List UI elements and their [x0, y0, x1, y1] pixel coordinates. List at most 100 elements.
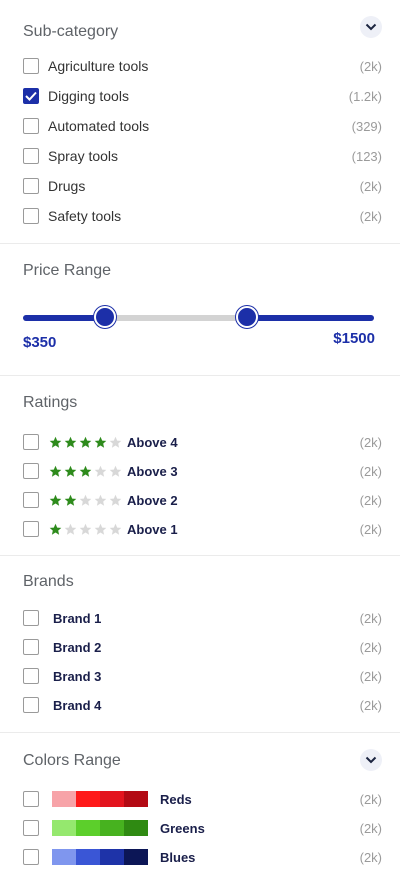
star-filled-icon — [49, 523, 62, 535]
subcategory-item[interactable]: Agriculture tools (2k) — [23, 56, 382, 76]
checkbox[interactable] — [23, 463, 39, 479]
color-item[interactable]: Blues (2k) — [23, 847, 382, 867]
brand-item[interactable]: Brand 4 (2k) — [23, 695, 382, 715]
subcategory-item[interactable]: Automated tools (329) — [23, 116, 382, 136]
subcategory-title: Sub-category — [23, 23, 119, 40]
subcategory-label: Spray tools — [48, 148, 119, 164]
item-count: (329) — [351, 118, 382, 134]
color-item[interactable]: Reds (2k) — [23, 789, 382, 809]
color-item[interactable]: Greens (2k) — [23, 818, 382, 838]
checkbox[interactable] — [23, 58, 39, 74]
price-slider-track[interactable] — [23, 315, 374, 321]
rating-label: Above 2 — [127, 492, 178, 508]
item-count: (2k) — [359, 434, 382, 450]
brand-label: Brand 1 — [53, 610, 102, 626]
ratings-section: Ratings Above 4 (2k) Above 3 (2k) Above 2 (2k… — [0, 376, 400, 556]
color-swatches — [52, 849, 148, 865]
star-filled-icon — [64, 465, 77, 477]
colors-section: Colors Range Reds (2k) Greens (2k) Blues (2k) — [0, 733, 400, 896]
item-count: (2k) — [359, 820, 382, 836]
color-swatch — [76, 791, 100, 807]
checkbox[interactable] — [23, 521, 39, 537]
checkbox[interactable] — [23, 178, 39, 194]
color-label: Blues — [160, 849, 196, 865]
item-count: (2k) — [359, 521, 382, 537]
checkbox[interactable] — [23, 668, 39, 684]
item-count: (2k) — [359, 639, 382, 655]
rating-label: Above 1 — [127, 521, 178, 537]
brand-item[interactable]: Brand 3 (2k) — [23, 666, 382, 686]
subcategory-collapse-button[interactable] — [360, 16, 382, 38]
subcategory-item[interactable]: Spray tools (123) — [23, 146, 382, 166]
color-swatch — [124, 791, 148, 807]
color-swatch — [100, 820, 124, 836]
checkbox[interactable] — [23, 208, 39, 224]
rating-label: Above 4 — [127, 434, 178, 450]
item-count: (1.2k) — [348, 88, 382, 104]
price-min-handle[interactable] — [94, 306, 116, 328]
star-empty-icon — [64, 523, 77, 535]
price-min-label: $350 — [23, 334, 57, 351]
brands-title: Brands — [23, 573, 74, 590]
star-empty-icon — [94, 494, 107, 506]
subcategory-section: Sub-category Agriculture tools (2k) Digg… — [0, 0, 400, 244]
rating-item[interactable]: Above 3 (2k) — [23, 461, 382, 481]
star-filled-icon — [64, 436, 77, 448]
subcategory-label: Automated tools — [48, 118, 150, 134]
rating-stars — [49, 523, 122, 536]
price-fill-right — [247, 315, 374, 321]
brand-label: Brand 4 — [53, 697, 102, 713]
price-title: Price Range — [23, 262, 112, 279]
star-empty-icon — [94, 523, 107, 535]
item-count: (2k) — [359, 178, 382, 194]
subcategory-label: Digging tools — [48, 88, 129, 104]
item-count: (2k) — [359, 697, 382, 713]
brand-label: Brand 3 — [53, 668, 102, 684]
checkbox[interactable] — [23, 492, 39, 508]
checkbox[interactable] — [23, 849, 39, 865]
subcategory-label: Drugs — [48, 178, 86, 194]
brands-section: Brands Brand 1 (2k) Brand 2 (2k) Brand 3… — [0, 556, 400, 733]
checkbox[interactable] — [23, 791, 39, 807]
star-filled-icon — [49, 494, 62, 506]
item-count: (2k) — [359, 208, 382, 224]
checkbox[interactable] — [23, 610, 39, 626]
item-count: (2k) — [359, 492, 382, 508]
rating-item[interactable]: Above 1 (2k) — [23, 519, 382, 539]
rating-item[interactable]: Above 2 (2k) — [23, 490, 382, 510]
checkbox[interactable] — [23, 434, 39, 450]
checkbox[interactable] — [23, 148, 39, 164]
checkmark-icon — [25, 91, 37, 101]
rating-stars — [49, 494, 122, 507]
checkbox-checked[interactable] — [23, 88, 39, 104]
rating-item[interactable]: Above 4 (2k) — [23, 432, 382, 452]
subcategory-label: Safety tools — [48, 208, 122, 224]
checkbox[interactable] — [23, 639, 39, 655]
rating-stars — [49, 436, 122, 449]
star-filled-icon — [49, 465, 62, 477]
color-swatches — [52, 820, 148, 836]
item-count: (123) — [351, 148, 382, 164]
chevron-down-icon — [365, 23, 377, 31]
checkbox[interactable] — [23, 820, 39, 836]
item-count: (2k) — [359, 58, 382, 74]
checkbox[interactable] — [23, 697, 39, 713]
color-swatch — [52, 791, 76, 807]
subcategory-item[interactable]: Drugs (2k) — [23, 176, 382, 196]
price-max-label: $1500 — [333, 330, 375, 347]
price-max-handle[interactable] — [236, 306, 258, 328]
colors-collapse-button[interactable] — [360, 749, 382, 771]
rating-label: Above 3 — [127, 463, 178, 479]
item-count: (2k) — [359, 463, 382, 479]
price-section: Price Range $350 $1500 — [0, 244, 400, 376]
color-swatch — [52, 820, 76, 836]
item-count: (2k) — [359, 668, 382, 684]
subcategory-item[interactable]: Safety tools (2k) — [23, 206, 382, 226]
color-swatch — [100, 849, 124, 865]
star-empty-icon — [109, 523, 122, 535]
star-empty-icon — [79, 523, 92, 535]
subcategory-item[interactable]: Digging tools (1.2k) — [23, 86, 382, 106]
brand-item[interactable]: Brand 1 (2k) — [23, 608, 382, 628]
brand-item[interactable]: Brand 2 (2k) — [23, 637, 382, 657]
checkbox[interactable] — [23, 118, 39, 134]
